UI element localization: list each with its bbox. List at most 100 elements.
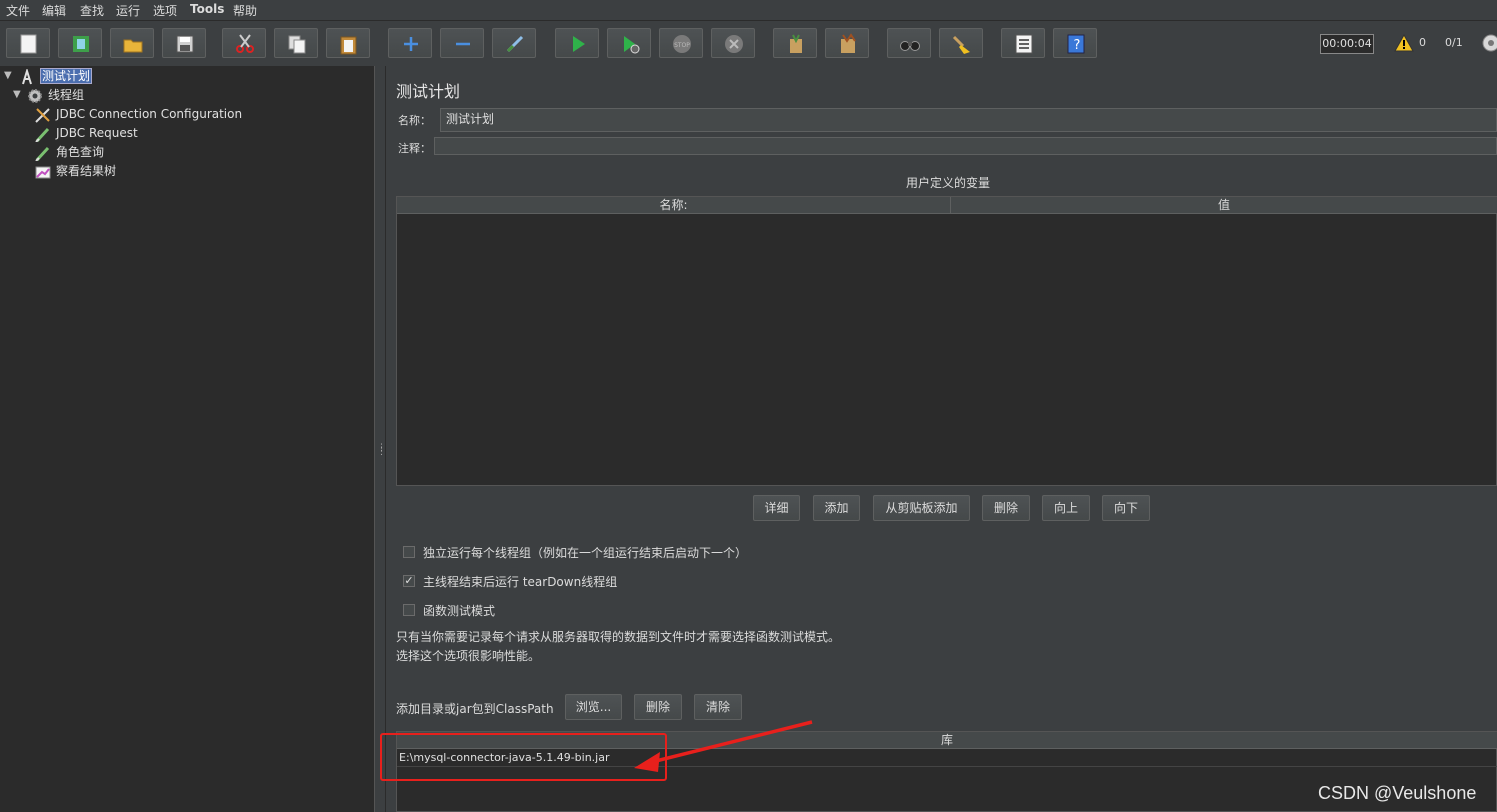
- gear-icon: [28, 88, 42, 103]
- menu-run[interactable]: 运行: [116, 2, 140, 19]
- tree-node-label: 线程组: [48, 88, 85, 102]
- menu-file[interactable]: 文件: [6, 2, 30, 19]
- save-icon: [176, 35, 194, 53]
- collapse-all-button[interactable]: [440, 28, 484, 58]
- toggle-button[interactable]: [492, 28, 536, 58]
- column-header-name[interactable]: 名称:: [397, 197, 951, 214]
- listener-chart-icon: [35, 166, 51, 178]
- config-tools-icon: [35, 107, 50, 123]
- help-button[interactable]: ?: [1053, 28, 1097, 58]
- copy-icon: [288, 35, 306, 54]
- functional-test-mode-checkbox[interactable]: [403, 604, 415, 616]
- add-button[interactable]: 添加: [813, 495, 860, 521]
- panel-splitter[interactable]: ⋮ ⋮: [375, 66, 386, 812]
- test-plan-tree: ▼ 测试计划 ▼ 线程组 JDBC Connection Configurati…: [0, 66, 375, 812]
- function-helper-icon: [1015, 34, 1033, 54]
- tree-node-label: 察看结果树: [56, 164, 117, 178]
- reset-search-button[interactable]: [939, 28, 983, 58]
- menu-tools[interactable]: Tools: [190, 2, 224, 16]
- name-field[interactable]: 测试计划: [440, 108, 1497, 132]
- templates-icon: [73, 36, 89, 52]
- paste-icon: [340, 36, 357, 55]
- teardown-on-shutdown-checkbox[interactable]: ✓: [403, 575, 415, 587]
- column-header-value[interactable]: 值: [951, 197, 1497, 214]
- functional-mode-note-2: 选择这个选项很影响性能。: [396, 649, 541, 663]
- clear-all-icon: [841, 33, 856, 53]
- tree-node-role-query[interactable]: 角色查询: [34, 143, 104, 161]
- thread-count: 0/1: [1445, 36, 1463, 49]
- clear-all-button[interactable]: [825, 28, 869, 58]
- start-no-pauses-button[interactable]: [607, 28, 651, 58]
- search-icon: [900, 41, 920, 51]
- toolbar: STOP ? 00:00:04 0 0/1: [0, 21, 1497, 67]
- new-icon: [20, 34, 37, 54]
- toggle-icon: [506, 35, 524, 53]
- tree-node-label: 测试计划: [40, 68, 93, 84]
- menu-help[interactable]: 帮助: [233, 2, 257, 19]
- shutdown-icon: [725, 35, 743, 53]
- test-plan-panel: 测试计划 名称： 测试计划 注释： 用户定义的变量 名称: 值 详细 添加 从剪…: [386, 66, 1497, 812]
- reset-search-icon: [952, 35, 970, 54]
- tree-node-thread-group[interactable]: 线程组: [26, 86, 84, 104]
- shutdown-button[interactable]: [711, 28, 755, 58]
- clear-button[interactable]: [773, 28, 817, 58]
- start-button[interactable]: [555, 28, 599, 58]
- warning-icon[interactable]: [1394, 34, 1414, 52]
- expand-icon: [404, 37, 418, 51]
- tree-node-test-plan[interactable]: 测试计划: [18, 67, 93, 85]
- sampler-icon: [35, 146, 50, 161]
- open-icon: [123, 39, 143, 53]
- watermark: CSDN @Veulshone: [1318, 783, 1477, 803]
- comment-label: 注释：: [398, 142, 431, 155]
- open-button[interactable]: [110, 28, 154, 58]
- cut-button[interactable]: [222, 28, 266, 58]
- elapsed-timer: 00:00:04: [1320, 34, 1374, 54]
- expand-toggle-icon[interactable]: ▼: [13, 89, 21, 100]
- svg-text:STOP: STOP: [674, 42, 690, 49]
- expand-toggle-icon[interactable]: ▼: [4, 70, 12, 81]
- detail-button[interactable]: 详细: [753, 495, 800, 521]
- templates-button[interactable]: [58, 28, 102, 58]
- copy-button[interactable]: [274, 28, 318, 58]
- tree-node-jdbc-config[interactable]: JDBC Connection Configuration: [34, 105, 242, 123]
- move-down-button[interactable]: 向下: [1102, 495, 1150, 521]
- panel-title: 测试计划: [396, 82, 461, 101]
- move-up-button[interactable]: 向上: [1042, 495, 1090, 521]
- functional-test-mode-label: 函数测试模式: [423, 604, 496, 618]
- tree-node-label: JDBC Request: [56, 126, 138, 140]
- svg-text:?: ?: [1074, 38, 1081, 53]
- start-no-pause-icon: [624, 36, 640, 54]
- menu-options[interactable]: 选项: [153, 2, 177, 19]
- sampler-icon: [35, 127, 50, 142]
- tree-node-jdbc-request[interactable]: JDBC Request: [34, 124, 138, 142]
- user-vars-table[interactable]: 名称: 值: [396, 196, 1497, 486]
- paste-button[interactable]: [326, 28, 370, 58]
- save-button[interactable]: [162, 28, 206, 58]
- menu-edit[interactable]: 编辑: [42, 2, 66, 19]
- tree-node-label: 角色查询: [56, 145, 105, 159]
- search-button[interactable]: [887, 28, 931, 58]
- warning-count: 0: [1419, 36, 1426, 49]
- delete-button[interactable]: 删除: [982, 495, 1030, 521]
- function-helper-button[interactable]: [1001, 28, 1045, 58]
- splitter-grip-icon: ⋮ ⋮: [377, 443, 386, 457]
- comment-field[interactable]: [434, 137, 1497, 155]
- new-button[interactable]: [6, 28, 50, 58]
- status-indicator-icon: [1482, 34, 1497, 52]
- tree-node-results-tree[interactable]: 察看结果树: [34, 162, 116, 180]
- user-vars-title: 用户定义的变量: [906, 176, 991, 190]
- test-plan-icon: [22, 68, 32, 84]
- cut-icon: [236, 34, 254, 53]
- stop-button[interactable]: STOP: [659, 28, 703, 58]
- tree-node-label: JDBC Connection Configuration: [56, 107, 243, 121]
- functional-mode-note-1: 只有当你需要记录每个请求从服务器取得的数据到文件时才需要选择函数测试模式。: [396, 630, 841, 644]
- name-label: 名称：: [398, 114, 431, 127]
- menu-bar: 文件 编辑 查找 运行 选项 Tools 帮助: [0, 0, 1497, 21]
- run-groups-consecutively-label: 独立运行每个线程组（例如在一个组运行结束后启动下一个）: [423, 546, 748, 560]
- stop-icon: STOP: [673, 35, 691, 53]
- clear-icon: [790, 34, 802, 53]
- expand-all-button[interactable]: [388, 28, 432, 58]
- menu-search[interactable]: 查找: [80, 2, 104, 19]
- run-groups-consecutively-checkbox[interactable]: [403, 546, 415, 558]
- add-from-clipboard-button[interactable]: 从剪贴板添加: [873, 495, 970, 521]
